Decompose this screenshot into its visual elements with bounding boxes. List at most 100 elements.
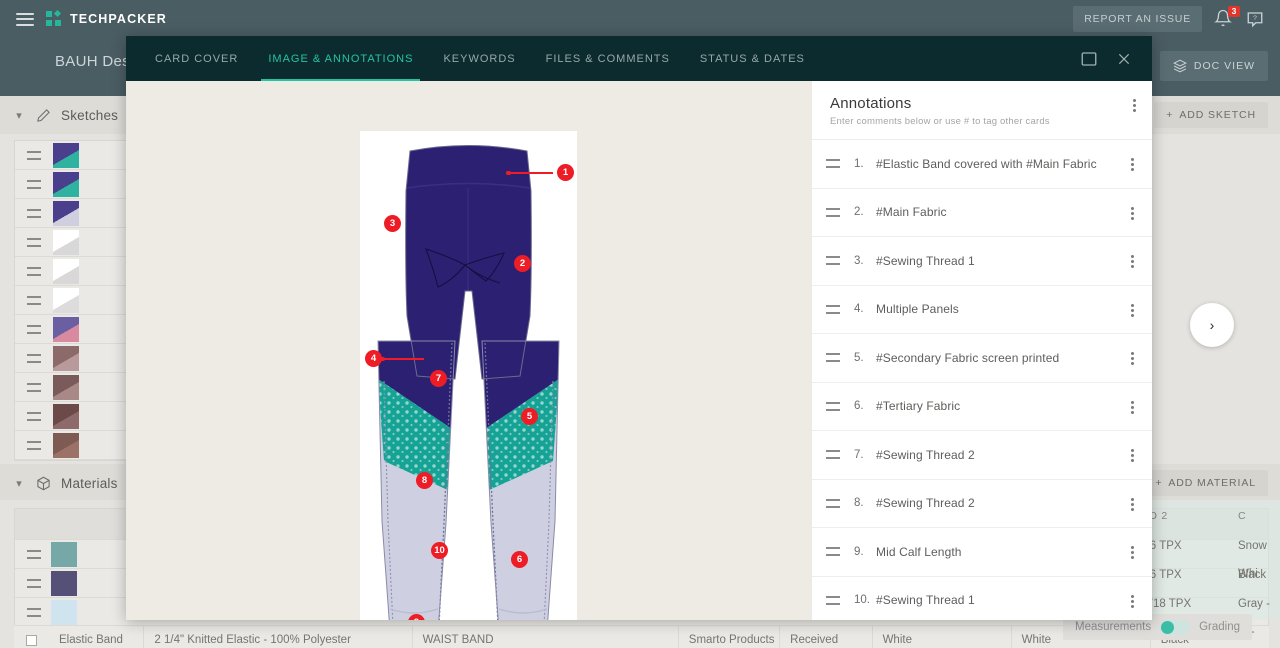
add-sketch-button[interactable]: + ADD SKETCH — [1154, 102, 1268, 128]
sketch-thumbnail[interactable] — [53, 201, 79, 226]
doc-view-button[interactable]: DOC VIEW — [1160, 51, 1268, 81]
annotation-marker-10[interactable]: 10 — [431, 542, 448, 559]
annotation-more-menu[interactable] — [1131, 498, 1134, 513]
chevron-down-icon[interactable]: ▾ — [12, 109, 26, 122]
drag-handle-icon[interactable] — [826, 402, 840, 411]
help-icon[interactable]: ? — [1246, 10, 1264, 28]
sketch-thumbnail[interactable] — [53, 143, 79, 168]
drag-handle-icon[interactable] — [826, 208, 840, 217]
annotations-more-menu[interactable] — [1133, 99, 1136, 114]
annotation-marker-3[interactable]: 3 — [384, 215, 401, 232]
drag-handle-icon[interactable] — [27, 608, 41, 617]
annotation-marker-2[interactable]: 2 — [514, 255, 531, 272]
list-item[interactable]: 4.Multiple Panels — [812, 286, 1152, 335]
list-item[interactable]: 3.#Sewing Thread 1 — [812, 237, 1152, 286]
box-icon — [36, 476, 51, 491]
drag-handle-icon[interactable] — [27, 238, 41, 247]
drag-handle-icon[interactable] — [27, 325, 41, 334]
drag-handle-icon[interactable] — [27, 151, 41, 160]
sketch-image[interactable]: 12345678910 — [360, 131, 577, 620]
annotation-more-menu[interactable] — [1131, 352, 1134, 367]
annotation-number: 10. — [854, 594, 876, 606]
annotation-marker-4[interactable]: 4 — [365, 350, 382, 367]
tab-card-cover[interactable]: CARD COVER — [140, 36, 253, 81]
drag-handle-icon[interactable] — [27, 209, 41, 218]
annotation-marker-5[interactable]: 5 — [521, 408, 538, 425]
drag-handle-icon[interactable] — [27, 441, 41, 450]
add-material-button[interactable]: + ADD MATERIAL — [1143, 470, 1268, 496]
toggle-switch[interactable] — [1160, 620, 1190, 635]
sketch-thumbnail[interactable] — [53, 375, 79, 400]
annotation-leader-line — [508, 172, 553, 174]
annotation-more-menu[interactable] — [1131, 449, 1134, 464]
sketch-thumbnail[interactable] — [53, 230, 79, 255]
material-color-name: Snow Whi — [1232, 532, 1280, 560]
drag-handle-icon[interactable] — [27, 412, 41, 421]
chevron-down-icon[interactable]: ▾ — [12, 477, 26, 490]
list-item[interactable]: 5.#Secondary Fabric screen printed — [812, 334, 1152, 383]
annotation-more-menu[interactable] — [1131, 546, 1134, 561]
drag-handle-icon[interactable] — [826, 547, 840, 556]
drag-handle-icon[interactable] — [27, 354, 41, 363]
drag-handle-icon[interactable] — [27, 550, 41, 559]
drag-handle-icon[interactable] — [826, 256, 840, 265]
add-sketch-label: ADD SKETCH — [1179, 109, 1256, 121]
tab-keywords[interactable]: KEYWORDS — [428, 36, 530, 81]
material-swatch[interactable] — [51, 542, 77, 567]
sketch-thumbnail[interactable] — [53, 346, 79, 371]
annotation-more-menu[interactable] — [1131, 207, 1134, 222]
annotation-marker-7[interactable]: 7 — [430, 370, 447, 387]
image-annotations-modal: CARD COVERIMAGE & ANNOTATIONSKEYWORDSFIL… — [126, 36, 1152, 620]
menu-icon[interactable] — [16, 13, 34, 26]
drag-handle-icon[interactable] — [27, 180, 41, 189]
annotation-more-menu[interactable] — [1131, 304, 1134, 319]
drag-handle-icon[interactable] — [826, 159, 840, 168]
materials-section-label: Materials — [61, 476, 118, 491]
annotation-more-menu[interactable] — [1131, 401, 1134, 416]
tab-files-comments[interactable]: FILES & COMMENTS — [531, 36, 685, 81]
report-an-issue-button[interactable]: REPORT AN ISSUE — [1073, 6, 1202, 32]
drag-handle-icon[interactable] — [27, 296, 41, 305]
sketch-thumbnail[interactable] — [53, 404, 79, 429]
list-item[interactable]: 2.#Main Fabric — [812, 189, 1152, 238]
sketch-thumbnail[interactable] — [53, 433, 79, 458]
annotation-leader-line — [382, 358, 424, 360]
sketch-thumbnail[interactable] — [53, 317, 79, 342]
close-icon[interactable] — [1116, 51, 1132, 67]
sketch-thumbnail[interactable] — [53, 259, 79, 284]
list-item[interactable]: 7.#Sewing Thread 2 — [812, 431, 1152, 480]
tab-image-annotations[interactable]: IMAGE & ANNOTATIONS — [253, 36, 428, 81]
save-icon[interactable] — [1080, 50, 1098, 68]
drag-handle-icon[interactable] — [27, 383, 41, 392]
material-swatch[interactable] — [51, 571, 77, 596]
annotation-marker-8[interactable]: 8 — [416, 472, 433, 489]
annotation-more-menu[interactable] — [1131, 158, 1134, 173]
list-item[interactable]: 10.#Sewing Thread 1 — [812, 577, 1152, 621]
sketch-thumbnail[interactable] — [53, 288, 79, 313]
drag-handle-icon[interactable] — [27, 267, 41, 276]
column-header: C — [1232, 502, 1246, 530]
annotation-more-menu[interactable] — [1131, 255, 1134, 270]
next-page-button[interactable]: › — [1190, 303, 1234, 347]
annotation-text: #Sewing Thread 2 — [876, 496, 975, 510]
list-item[interactable]: 9.Mid Calf Length — [812, 528, 1152, 577]
drag-handle-icon[interactable] — [826, 353, 840, 362]
annotation-marker-1[interactable]: 1 — [557, 164, 574, 181]
drag-handle-icon[interactable] — [826, 305, 840, 314]
material-swatch[interactable] — [51, 600, 77, 625]
tab-status-dates[interactable]: STATUS & DATES — [685, 36, 820, 81]
drag-handle-icon[interactable] — [826, 596, 840, 605]
drag-handle-icon[interactable] — [826, 450, 840, 459]
row-checkbox[interactable] — [26, 635, 37, 646]
list-item[interactable]: 6.#Tertiary Fabric — [812, 383, 1152, 432]
annotation-more-menu[interactable] — [1131, 595, 1134, 610]
list-item[interactable]: 8.#Sewing Thread 2 — [812, 480, 1152, 529]
sketch-canvas[interactable]: 12345678910 — [126, 81, 811, 620]
annotation-marker-6[interactable]: 6 — [511, 551, 528, 568]
drag-handle-icon[interactable] — [27, 579, 41, 588]
notifications-button[interactable]: 3 — [1214, 9, 1234, 29]
annotations-title: Annotations — [830, 95, 1134, 112]
list-item[interactable]: 1.#Elastic Band covered with #Main Fabri… — [812, 140, 1152, 189]
drag-handle-icon[interactable] — [826, 499, 840, 508]
sketch-thumbnail[interactable] — [53, 172, 79, 197]
